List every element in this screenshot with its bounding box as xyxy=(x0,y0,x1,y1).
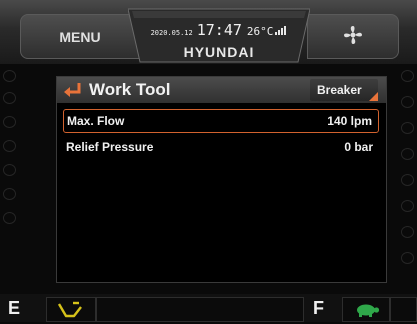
menu-button[interactable]: MENU xyxy=(20,14,140,59)
setting-row-relief-pressure[interactable]: Relief Pressure 0 bar xyxy=(63,136,379,160)
panel-header: Work Tool Breaker xyxy=(57,77,386,103)
indicator-icon xyxy=(401,96,414,108)
temperature-display: 26°C xyxy=(246,25,274,38)
indicator-icon xyxy=(3,188,16,200)
right-indicator-column xyxy=(398,66,417,282)
setting-label: Relief Pressure xyxy=(66,140,154,154)
travel-speed-indicator[interactable] xyxy=(342,297,390,322)
indicator-icon xyxy=(401,122,414,134)
work-mode-indicator[interactable] xyxy=(46,297,96,322)
turtle-icon xyxy=(354,303,380,322)
indicator-icon xyxy=(3,140,16,152)
status-slot xyxy=(390,297,417,322)
setting-value: 0 bar xyxy=(344,140,373,154)
left-indicator-column xyxy=(0,66,20,282)
status-row: 2020.05.12 17:47 26°C xyxy=(128,20,310,39)
tool-mode-selector[interactable]: Breaker xyxy=(310,79,378,101)
indicator-icon xyxy=(401,174,414,186)
indicator-icon xyxy=(3,116,16,128)
time-display: 17:47 xyxy=(196,21,242,39)
indicator-icon xyxy=(401,252,414,264)
indicator-icon xyxy=(401,200,414,212)
menu-button-label: MENU xyxy=(59,28,101,45)
indicator-icon xyxy=(401,70,414,82)
work-mode-icon xyxy=(57,301,83,324)
indicator-icon xyxy=(401,226,414,238)
fan-icon xyxy=(342,24,364,49)
left-gear-indicator: E xyxy=(8,298,21,318)
setting-value: 140 lpm xyxy=(327,114,372,128)
warning-indicator-icon xyxy=(3,70,16,82)
right-gear-indicator: F xyxy=(313,298,324,318)
return-arrow-icon[interactable] xyxy=(63,82,83,103)
indicator-icon xyxy=(3,164,16,176)
setting-row-max-flow[interactable]: Max. Flow 140 lpm xyxy=(63,109,379,133)
dropdown-corner-icon xyxy=(369,92,378,101)
status-header: 2020.05.12 17:47 26°C HYUNDAI xyxy=(128,8,310,63)
tool-mode-label: Breaker xyxy=(317,83,362,97)
indicator-icon xyxy=(3,212,16,224)
indicator-icon xyxy=(401,148,414,160)
work-tool-panel: Work Tool Breaker Max. Flow 140 lpm Reli… xyxy=(56,76,387,283)
panel-title: Work Tool xyxy=(89,80,171,99)
brand-label: HYUNDAI xyxy=(183,44,255,60)
date-display: 2020.05.12 xyxy=(150,29,193,37)
fan-button[interactable] xyxy=(307,14,399,59)
signal-strength-icon xyxy=(275,26,287,35)
indicator-icon xyxy=(3,92,16,104)
setting-label: Max. Flow xyxy=(67,114,125,128)
status-slot xyxy=(96,297,304,322)
